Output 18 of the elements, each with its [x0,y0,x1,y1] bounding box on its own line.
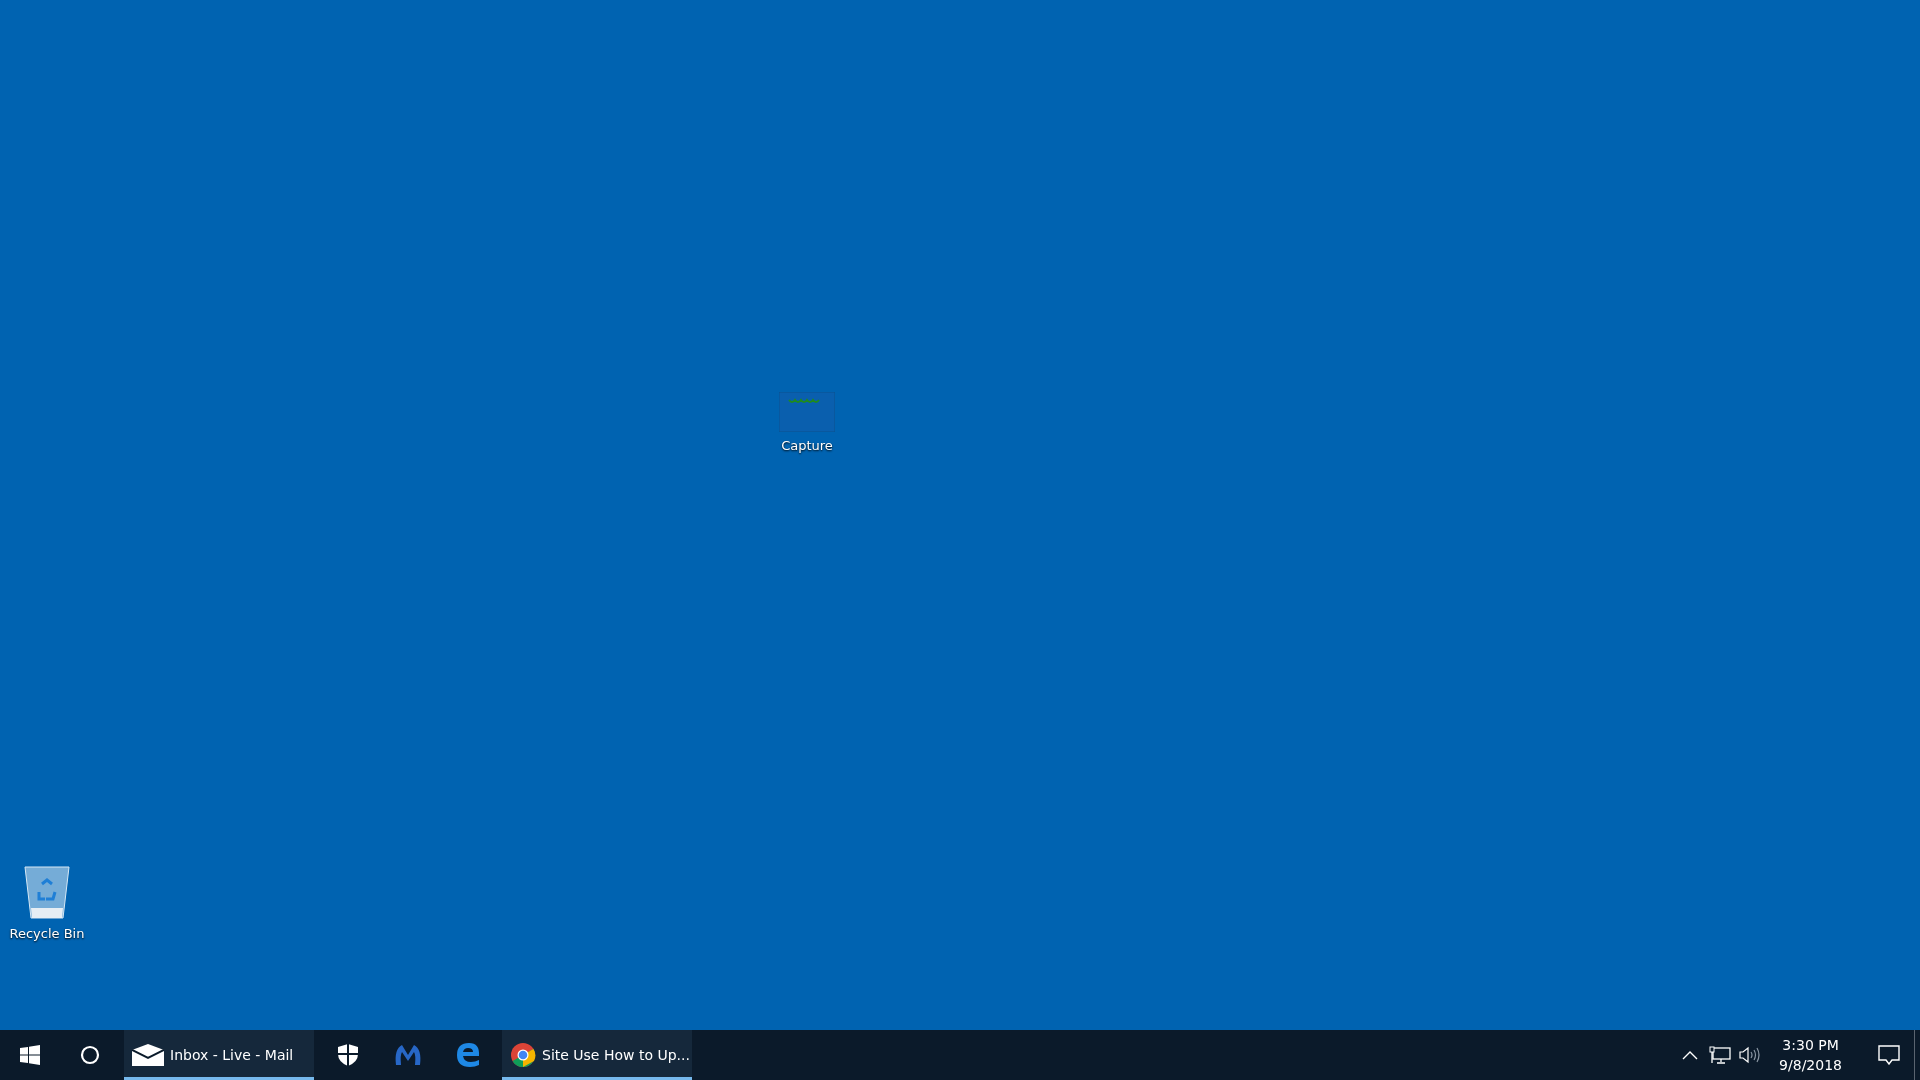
desktop-icon-label[interactable]: Recycle Bin [9,926,85,941]
chrome-logo-icon [510,1042,536,1068]
speaker-icon [1739,1046,1762,1064]
m-logo-icon [394,1043,422,1067]
clock-button[interactable]: 3:30 PM 9/8/2018 [1771,1030,1850,1080]
recycle-bin-icon[interactable] [22,864,72,920]
taskbar-app-button[interactable]: Inbox - Live - Mail [124,1030,314,1080]
circle-icon [80,1045,100,1065]
envelope-icon [132,1044,164,1066]
chevron-up-icon [1682,1050,1699,1060]
taskbar-app-button[interactable]: Site Use How to Up... [502,1030,692,1080]
speech-bubble-icon [1878,1045,1900,1065]
desktop-icon-label[interactable]: Capture [781,438,833,453]
monitor-icon [1709,1046,1732,1064]
shield-icon [338,1044,358,1066]
e-logo-icon [455,1042,481,1068]
image-thumbnail-icon[interactable] [779,392,835,432]
windows-logo-icon [20,1045,40,1065]
